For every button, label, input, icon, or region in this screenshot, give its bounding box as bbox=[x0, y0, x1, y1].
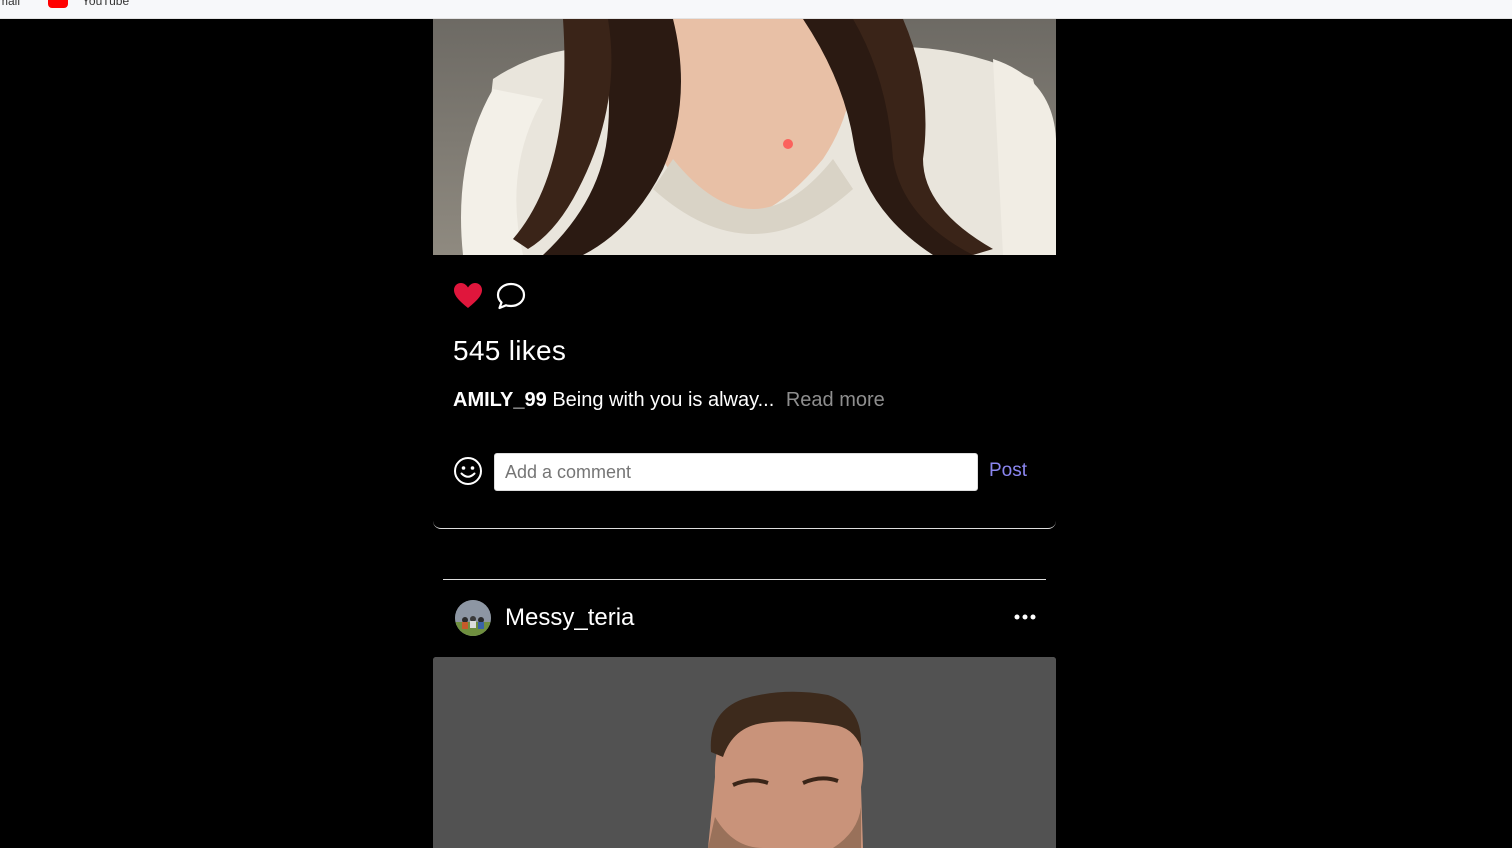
caption-username[interactable]: AMILY_99 bbox=[453, 389, 547, 411]
comment-icon[interactable] bbox=[495, 280, 527, 312]
post-photo-woman bbox=[433, 19, 1056, 255]
heart-icon[interactable] bbox=[453, 281, 483, 311]
youtube-icon bbox=[48, 0, 68, 8]
feed: 545 likes AMILY_99 Being with you is alw… bbox=[433, 19, 1056, 848]
comment-form: Post bbox=[453, 453, 1033, 493]
likes-count[interactable]: 545 likes bbox=[453, 335, 566, 367]
post-card-border bbox=[433, 509, 1056, 529]
post-photo-man bbox=[433, 657, 1056, 848]
bookmark-mail-label: mail bbox=[0, 0, 21, 8]
read-more-link[interactable]: Read more bbox=[786, 389, 885, 411]
comment-input[interactable] bbox=[494, 453, 978, 491]
bookmark-youtube-label: YouTube bbox=[82, 0, 130, 8]
avatar[interactable] bbox=[455, 600, 491, 636]
bookmark-mail[interactable]: mail bbox=[0, 0, 20, 8]
post-divider bbox=[443, 579, 1046, 580]
bookmarks-bar: mail YouTube bbox=[0, 0, 1512, 19]
three-dots-icon[interactable] bbox=[1013, 605, 1037, 629]
bookmark-youtube[interactable]: YouTube bbox=[48, 0, 129, 8]
post-header: Messy_teria bbox=[455, 599, 1037, 639]
caption-text: Being with you is alway... bbox=[552, 389, 775, 411]
post-username[interactable]: Messy_teria bbox=[505, 604, 634, 632]
post-image[interactable] bbox=[433, 657, 1056, 848]
post-image[interactable] bbox=[433, 19, 1056, 255]
smiley-icon[interactable] bbox=[453, 456, 483, 486]
post-comment-button[interactable]: Post bbox=[989, 460, 1027, 482]
post-caption: AMILY_99 Being with you is alway... Read… bbox=[453, 389, 885, 412]
post-actions bbox=[453, 280, 527, 312]
